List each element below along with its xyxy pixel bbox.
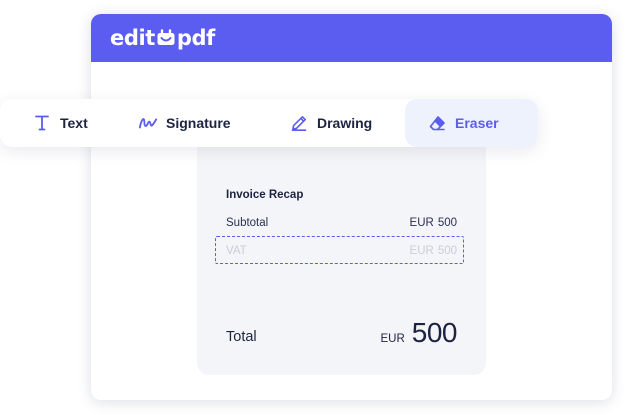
vat-currency: EUR	[409, 245, 434, 257]
vat-row[interactable]: VAT EUR 500	[226, 245, 457, 257]
text-tool-label: Text	[60, 115, 88, 131]
signature-tool-label: Signature	[166, 115, 231, 131]
editpdf-logo[interactable]: edit pdf	[110, 26, 215, 50]
subtotal-value: 500	[437, 217, 457, 229]
subtotal-amount: EUR 500	[410, 217, 457, 229]
total-currency: EUR	[380, 333, 405, 345]
logo-text-pdf: pdf	[176, 26, 215, 50]
eraser-tool-button[interactable]: Eraser	[405, 99, 538, 147]
smile-icon	[156, 29, 176, 47]
total-amount: EUR 500	[381, 317, 458, 349]
app-header: edit pdf	[91, 14, 612, 62]
drawing-tool-button[interactable]: Drawing	[289, 99, 372, 147]
invoice-document: Invoice Recap Subtotal EUR 500 VAT EUR 5…	[197, 110, 486, 375]
editing-toolbar: Text Signature Drawing Eraser	[0, 99, 538, 147]
vat-label: VAT	[226, 245, 247, 257]
drawing-tool-label: Drawing	[317, 115, 373, 131]
subtotal-currency: EUR	[409, 217, 434, 229]
pencil-icon	[289, 113, 309, 133]
signature-tool-button[interactable]: Signature	[138, 99, 231, 147]
total-value: 500	[411, 317, 458, 348]
signature-icon	[138, 113, 158, 133]
eraser-tool-label: Eraser	[455, 115, 499, 131]
subtotal-row: Subtotal EUR 500	[226, 217, 457, 229]
text-tool-button[interactable]: Text	[32, 99, 88, 147]
vat-amount: EUR 500	[410, 245, 457, 257]
total-label: Total	[226, 329, 257, 345]
vat-value: 500	[437, 245, 457, 257]
subtotal-label: Subtotal	[226, 217, 269, 229]
eraser-icon	[427, 113, 447, 133]
logo-text-edit: edit	[110, 26, 155, 50]
text-cursor-icon	[32, 113, 52, 133]
invoice-recap-title: Invoice Recap	[226, 189, 304, 201]
